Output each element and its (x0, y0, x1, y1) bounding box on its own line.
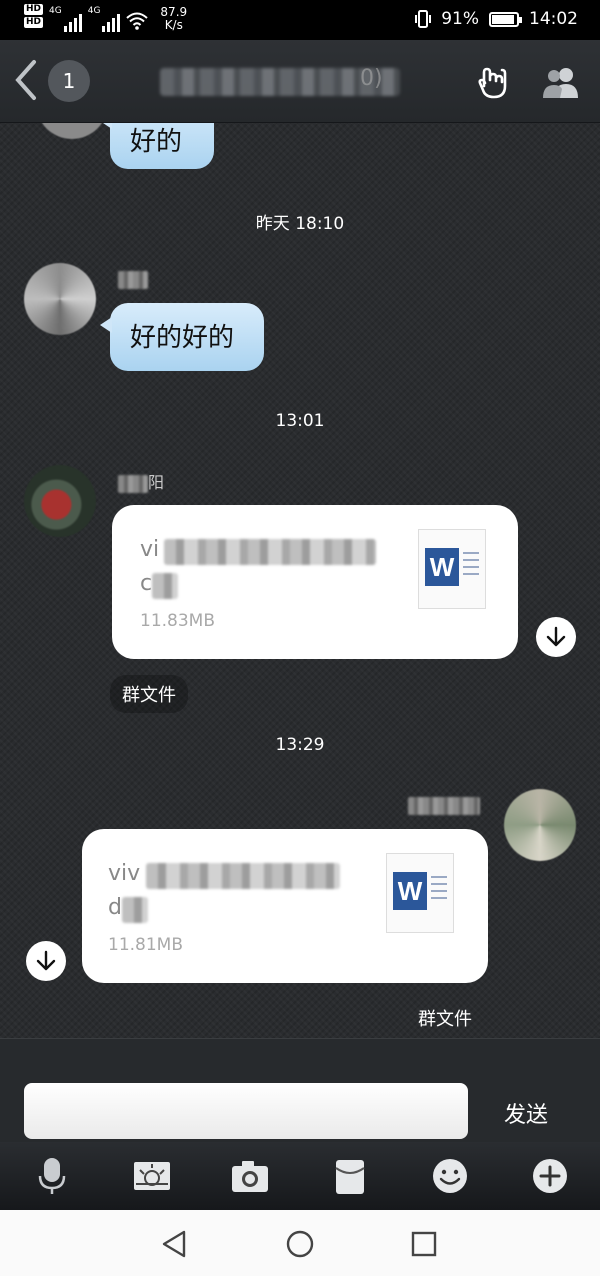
status-left-cluster: HD HD 4G 4G 87.9 K/s (24, 4, 187, 32)
file-message-card[interactable]: viv d 11.81MB W (82, 829, 488, 983)
hand-gesture-icon[interactable] (476, 64, 512, 100)
avatar[interactable] (36, 123, 108, 139)
microphone-icon[interactable] (30, 1156, 74, 1196)
nav-home-icon[interactable] (282, 1226, 318, 1262)
sender-name (408, 795, 480, 817)
clock: 14:02 (529, 9, 578, 29)
chat-header: 1 0) (0, 40, 600, 123)
sender-name-pixelated (408, 796, 480, 815)
battery-fill (492, 14, 514, 24)
word-document-icon: W (418, 529, 486, 609)
avatar[interactable] (504, 789, 576, 861)
message-text: 好的 (130, 127, 183, 157)
battery-percent: 91% (441, 9, 479, 29)
nav-back-icon[interactable] (156, 1226, 192, 1262)
wifi-icon (126, 12, 149, 30)
file-size: 11.81MB (108, 935, 183, 955)
nav-recents-icon[interactable] (406, 1226, 442, 1262)
file-name-pixelated (152, 573, 178, 599)
download-arrow-icon (546, 626, 566, 647)
message-bubble[interactable]: 好的好的 (100, 303, 264, 371)
status-bar: HD HD 4G 4G 87.9 K/s 91% 14:02 (0, 0, 600, 40)
download-button[interactable] (536, 617, 576, 657)
chat-messages[interactable]: 好的 昨天 18:10 好的好的 13:01 阳 vi c 11.83MB W … (0, 123, 600, 1038)
message-composer: 发送 (0, 1038, 600, 1143)
group-title-suffix: 0) (360, 66, 383, 91)
message-text: 好的好的 (130, 323, 235, 353)
file-name-pixelated (164, 539, 376, 565)
signal-sim1-icon: 4G (49, 6, 82, 32)
sender-name (118, 269, 148, 291)
group-members-icon[interactable] (540, 64, 582, 100)
timestamp: 13:29 (275, 735, 325, 755)
status-right-cluster: 91% 14:02 (415, 9, 578, 29)
unread-count-badge[interactable]: 1 (48, 60, 90, 102)
system-navigation-bar (0, 1210, 600, 1276)
timestamp: 13:01 (275, 411, 325, 431)
timestamp: 昨天 18:10 (255, 214, 345, 234)
sender-name-pixelated (118, 270, 148, 289)
hd-badge-sim1: HD (24, 4, 44, 15)
vibrate-icon (415, 10, 432, 28)
file-name-line2: c (140, 571, 153, 596)
emoji-icon[interactable] (428, 1156, 472, 1196)
file-name-start: viv (108, 861, 141, 886)
signal-sim2-icon: 4G (88, 6, 121, 32)
file-size: 11.83MB (140, 611, 215, 631)
group-file-tag[interactable]: 群文件 (406, 999, 484, 1037)
chevron-left-icon[interactable] (12, 58, 40, 102)
avatar[interactable] (24, 263, 96, 335)
sender-name-pixelated (118, 474, 148, 493)
battery-icon (489, 11, 522, 27)
file-name-pixelated (146, 863, 340, 889)
file-name-line2: d (108, 895, 122, 920)
plus-icon[interactable] (528, 1156, 572, 1196)
word-document-icon: W (386, 853, 454, 933)
camera-icon[interactable] (228, 1156, 272, 1196)
download-arrow-icon (36, 950, 56, 971)
sender-name: 阳 (118, 469, 164, 493)
message-input[interactable] (24, 1083, 468, 1139)
file-message-card[interactable]: vi c 11.83MB W (112, 505, 518, 659)
group-file-tag[interactable]: 群文件 (110, 675, 188, 713)
download-button[interactable] (26, 941, 66, 981)
composer-toolbar (0, 1142, 600, 1210)
network-speed: 87.9 K/s (160, 5, 188, 32)
hd-badges: HD HD (24, 4, 44, 28)
file-name-pixelated (122, 897, 148, 923)
image-icon[interactable] (130, 1156, 174, 1196)
message-bubble[interactable]: 好的 (100, 123, 214, 169)
avatar[interactable] (24, 465, 96, 537)
red-packet-icon[interactable] (328, 1156, 372, 1196)
file-name-start: vi (140, 537, 160, 562)
hd-badge-sim2: HD (24, 17, 44, 28)
send-button[interactable]: 发送 (496, 1097, 556, 1128)
